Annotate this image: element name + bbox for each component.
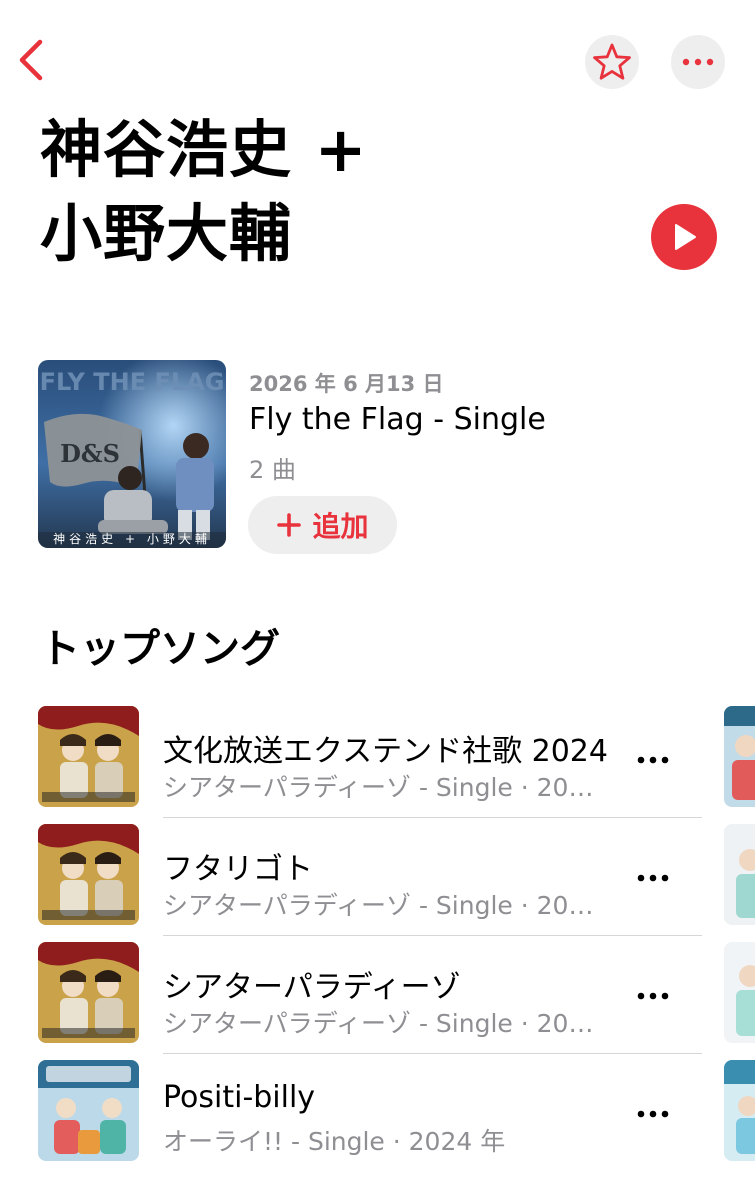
song-subtitle: オーライ!! - Single · 2024 年 bbox=[163, 1127, 506, 1156]
song-artwork bbox=[38, 706, 139, 807]
divider bbox=[163, 935, 702, 936]
song-row[interactable]: Positi-billy オーライ!! - Single · 2024 年 bbox=[0, 1060, 755, 1178]
song-row[interactable]: シアターパラディーゾ シアターパラディーゾ - Single · 2024 年 bbox=[0, 942, 755, 1060]
song-artwork bbox=[38, 942, 139, 1043]
artist-name: 神谷浩史 + 小野大輔 bbox=[40, 108, 600, 276]
add-button-label: 追加 bbox=[312, 510, 369, 543]
song-subtitle: シアターパラディーゾ - Single · 2024 年 bbox=[163, 1009, 608, 1038]
song-row[interactable]: 文化放送エクステンド社歌 2024 シアターパラディーゾ - Single · … bbox=[0, 706, 755, 824]
back-button[interactable] bbox=[14, 36, 54, 84]
next-column-artwork[interactable] bbox=[724, 824, 755, 925]
play-icon bbox=[675, 224, 696, 250]
artist-name-line-1: 神谷浩史 + bbox=[40, 113, 368, 186]
plus-icon bbox=[277, 513, 302, 537]
play-button[interactable] bbox=[651, 204, 717, 270]
favorite-button[interactable] bbox=[585, 35, 639, 89]
artist-name-line-2: 小野大輔 bbox=[40, 197, 293, 270]
song-row[interactable]: フタリゴト シアターパラディーゾ - Single · 2024 年 bbox=[0, 824, 755, 942]
latest-release-artwork[interactable]: FLY THE FLAG D&S 神谷浩史 + 小野大輔 bbox=[38, 360, 226, 548]
song-title: 文化放送エクステンド社歌 2024 bbox=[163, 734, 608, 769]
song-more-button[interactable] bbox=[630, 860, 676, 896]
more-options-button[interactable] bbox=[671, 35, 725, 89]
artwork-artist-text: 神谷浩史 + 小野大輔 bbox=[53, 532, 211, 546]
next-column-artwork[interactable] bbox=[724, 706, 755, 807]
next-column-artwork[interactable] bbox=[724, 1060, 755, 1161]
song-more-button[interactable] bbox=[630, 978, 676, 1014]
song-more-button[interactable] bbox=[630, 742, 676, 778]
next-column-artwork[interactable] bbox=[724, 942, 755, 1043]
star-icon bbox=[593, 43, 631, 80]
ellipsis-icon bbox=[682, 58, 714, 66]
release-date: 2026 年 6 月13 日 bbox=[249, 372, 444, 396]
song-title: Positi-billy bbox=[163, 1080, 316, 1115]
song-title: フタリゴト bbox=[163, 852, 313, 887]
ellipsis-icon bbox=[637, 756, 669, 764]
song-artwork bbox=[38, 1060, 139, 1161]
chevron-left-icon bbox=[19, 39, 43, 81]
top-songs-heading: トップソング bbox=[40, 626, 280, 672]
song-title: シアターパラディーゾ bbox=[163, 970, 461, 1005]
track-count: 2 曲 bbox=[249, 456, 296, 484]
ellipsis-icon bbox=[637, 992, 669, 1000]
add-button[interactable]: 追加 bbox=[248, 496, 397, 554]
divider bbox=[163, 1053, 702, 1054]
artwork-flag-text: D&S bbox=[60, 439, 120, 468]
divider bbox=[163, 817, 702, 818]
song-artwork bbox=[38, 824, 139, 925]
song-more-button[interactable] bbox=[630, 1096, 676, 1132]
song-subtitle: シアターパラディーゾ - Single · 2024 年 bbox=[163, 773, 608, 802]
ellipsis-icon bbox=[637, 874, 669, 882]
song-subtitle: シアターパラディーゾ - Single · 2024 年 bbox=[163, 891, 608, 920]
ellipsis-icon bbox=[637, 1110, 669, 1118]
artwork-title-text: FLY THE FLAG bbox=[40, 368, 225, 396]
release-title[interactable]: Fly the Flag - Single bbox=[249, 402, 546, 437]
